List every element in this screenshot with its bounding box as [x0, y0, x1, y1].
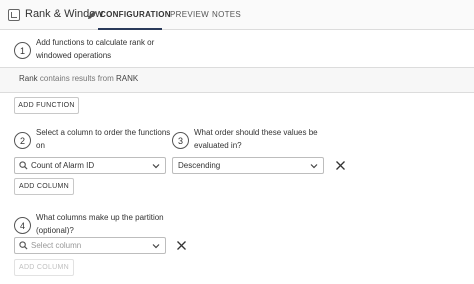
step-4-description: What columns make up the partition (opti… [36, 211, 164, 237]
step-3-description: What order should these values be evalua… [194, 126, 318, 152]
partition-column-placeholder: Select column [31, 241, 82, 250]
step-2-line-2: on [36, 141, 45, 150]
function-row-text: Rank contains results from RANK [19, 74, 138, 83]
pencil-icon[interactable] [86, 9, 98, 21]
chevron-down-icon [152, 244, 160, 249]
add-function-button[interactable]: ADD FUNCTION [14, 97, 79, 114]
order-direction-select[interactable]: Descending [172, 157, 324, 174]
remove-order-column-close-icon[interactable] [335, 160, 346, 171]
step-1-line-2: windowed operations [36, 51, 112, 60]
step-1-line-1: Add functions to calculate rank or [36, 38, 155, 47]
active-tab-indicator [98, 28, 162, 30]
add-order-column-button[interactable]: ADD COLUMN [14, 178, 74, 195]
chevron-down-icon [310, 164, 318, 169]
step-3-line-1: What order should these values be [194, 128, 318, 137]
chevron-down-icon [152, 164, 160, 169]
step-4-line-2: (optional)? [36, 226, 74, 235]
order-column-select[interactable]: Count of Alarm ID [14, 157, 166, 174]
step-3-line-2: evaluated in? [194, 141, 242, 150]
step-4-line-1: What columns make up the partition [36, 213, 164, 222]
tab-notes[interactable]: NOTES [212, 10, 241, 19]
step-2-badge: 2 [14, 132, 31, 149]
order-column-value: Count of Alarm ID [31, 161, 95, 170]
step-1-badge: 1 [14, 42, 31, 59]
step-1-description: Add functions to calculate rank or windo… [36, 36, 154, 62]
step-3-badge: 3 [172, 132, 189, 149]
function-row-connector: contains results from [39, 74, 114, 83]
step-2-line-1: Select a column to order the functions [36, 128, 171, 137]
panel-header: Rank & Window CONFIGURATION PREVIEW NOTE… [0, 0, 474, 30]
remove-partition-close-icon[interactable] [176, 240, 187, 251]
order-direction-value: Descending [178, 161, 221, 170]
search-icon [19, 241, 28, 250]
search-icon [19, 161, 28, 170]
partition-column-select[interactable]: Select column [14, 237, 166, 254]
table-icon [8, 9, 20, 21]
step-2-description: Select a column to order the functions o… [36, 126, 170, 152]
function-source: RANK [115, 74, 139, 83]
tab-preview[interactable]: PREVIEW [170, 10, 209, 19]
step-4-badge: 4 [14, 217, 31, 234]
add-partition-column-button[interactable]: ADD COLUMN [14, 259, 74, 276]
function-name: Rank [19, 74, 38, 83]
tab-configuration[interactable]: CONFIGURATION [100, 10, 171, 19]
